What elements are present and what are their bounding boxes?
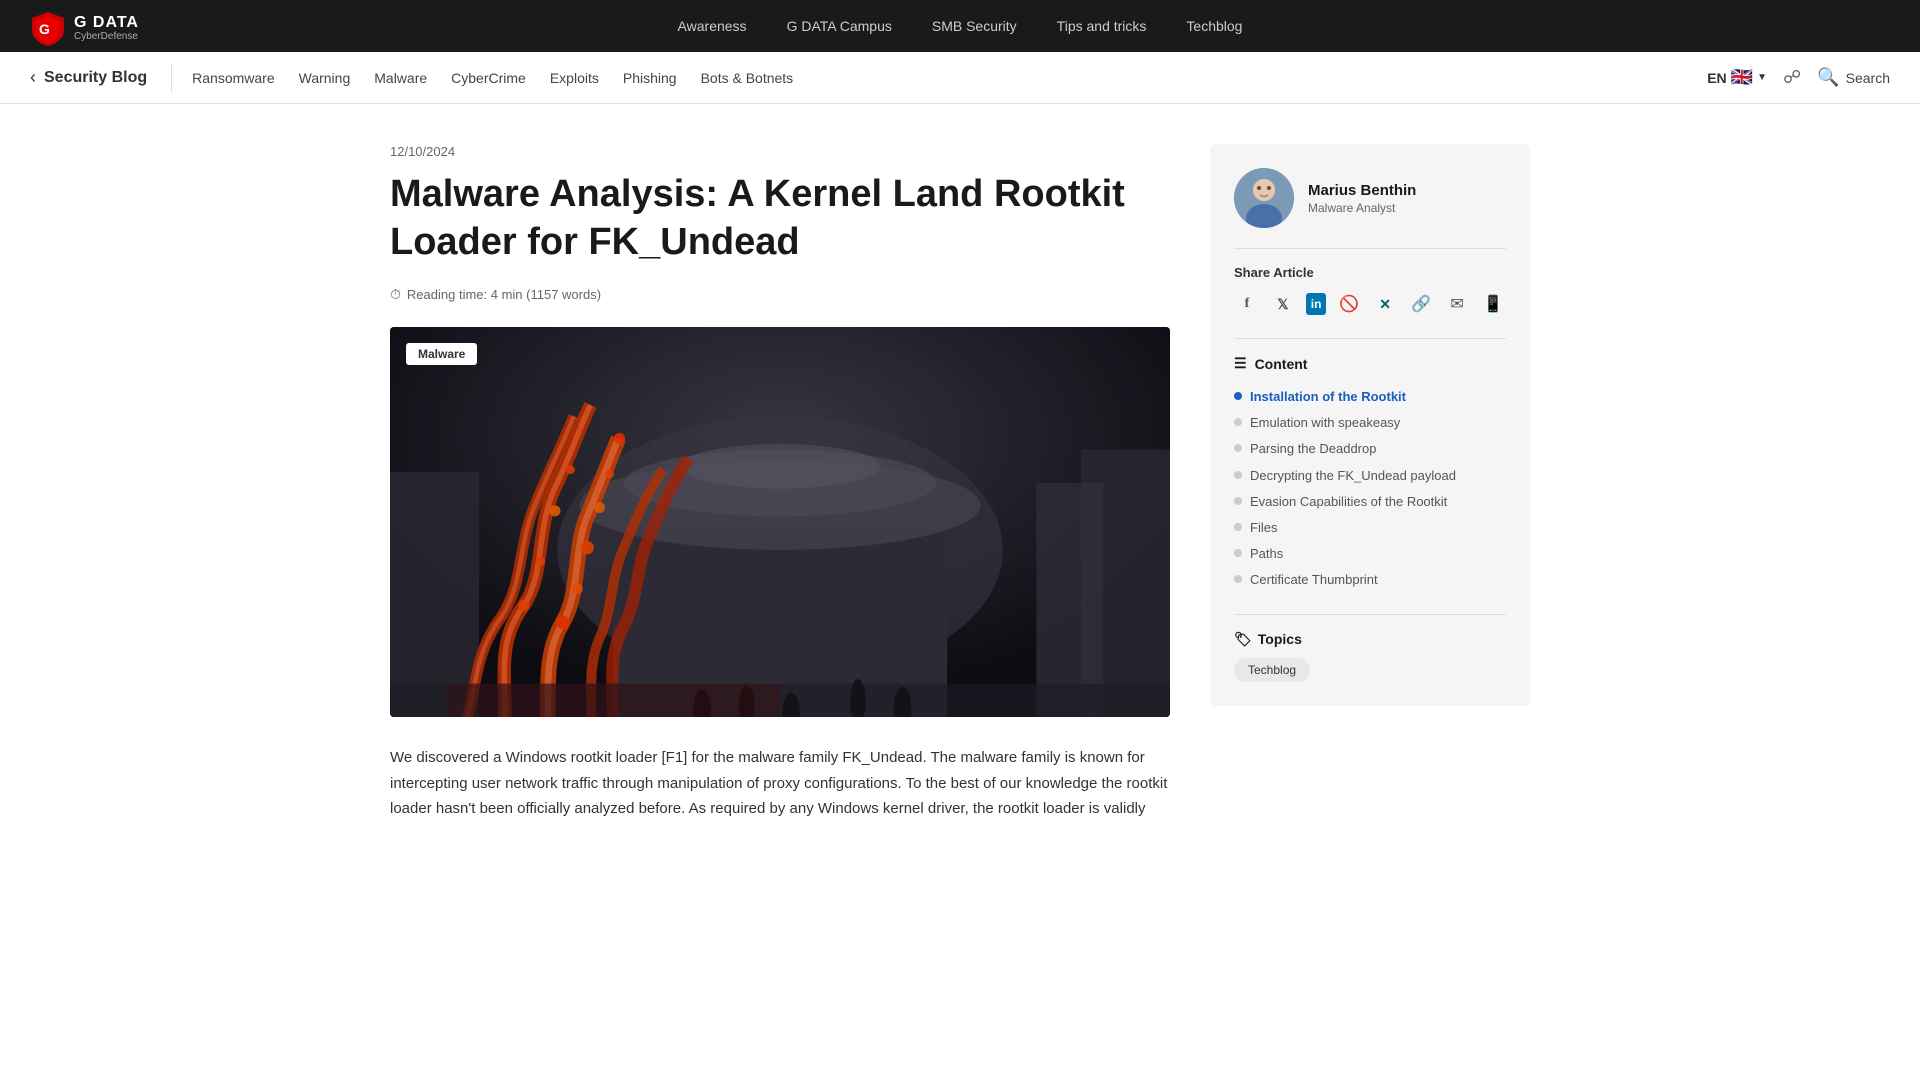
toc-item-7[interactable]: Paths: [1234, 541, 1506, 567]
author-card: Marius Benthin Malware Analyst Share Art…: [1210, 144, 1530, 706]
author-role: Malware Analyst: [1308, 201, 1416, 215]
topic-techblog[interactable]: Techblog: [1234, 658, 1310, 682]
article: 12/10/2024 Malware Analysis: A Kernel La…: [390, 144, 1170, 822]
share-twitter-icon[interactable]: 𝕏: [1270, 290, 1296, 318]
toc-dot-3: [1234, 444, 1242, 452]
share-linkedin-icon[interactable]: in: [1306, 293, 1326, 315]
toc-list: Installation of the Rootkit Emulation wi…: [1234, 384, 1506, 594]
share-facebook-icon[interactable]: f: [1234, 290, 1260, 318]
clock-icon: ⏱: [390, 286, 401, 303]
search-label: Search: [1846, 70, 1890, 86]
toc-link-5[interactable]: Evasion Capabilities of the Rootkit: [1250, 493, 1447, 511]
language-selector[interactable]: EN 🇬🇧 ▼: [1707, 67, 1767, 88]
brand-sub: CyberDefense: [74, 31, 139, 42]
topics-header: 🏷 Topics: [1234, 631, 1506, 648]
flag-icon: 🇬🇧: [1731, 67, 1753, 88]
toc-header: ☰ Content: [1234, 355, 1506, 372]
cat-phishing[interactable]: Phishing: [623, 70, 677, 86]
content-label: Content: [1255, 356, 1308, 372]
toc-item-4[interactable]: Decrypting the FK_Undead payload: [1234, 463, 1506, 489]
reading-time-text: Reading time: 4 min (1157 words): [407, 287, 601, 302]
toc-dot-7: [1234, 549, 1242, 557]
nav-tips[interactable]: Tips and tricks: [1057, 18, 1147, 34]
toc-link-8[interactable]: Certificate Thumbprint: [1250, 571, 1378, 589]
nav-techblog[interactable]: Techblog: [1186, 18, 1242, 34]
cat-exploits[interactable]: Exploits: [550, 70, 599, 86]
toc-item-8[interactable]: Certificate Thumbprint: [1234, 567, 1506, 593]
article-image-badge: Malware: [406, 343, 477, 365]
blog-title: Security Blog: [44, 69, 147, 87]
article-hero-image: Malware: [390, 327, 1170, 717]
author-info: Marius Benthin Malware Analyst: [1234, 168, 1506, 228]
share-xing-icon[interactable]: ✕: [1372, 290, 1398, 318]
share-link-icon[interactable]: 🔗: [1408, 290, 1434, 318]
nav-campus[interactable]: G DATA Campus: [787, 18, 892, 34]
brand-name: G DATA: [74, 14, 139, 32]
cat-bots[interactable]: Bots & Botnets: [701, 70, 794, 86]
hero-svg: [390, 327, 1170, 717]
cat-cybercrime[interactable]: CyberCrime: [451, 70, 526, 86]
article-body-text: We discovered a Windows rootkit loader […: [390, 745, 1170, 822]
toc-dot-8: [1234, 575, 1242, 583]
secondary-navigation: ‹ Security Blog Ransomware Warning Malwa…: [0, 52, 1920, 104]
svg-text:G: G: [39, 21, 50, 37]
share-whatsapp-icon[interactable]: 📱: [1480, 290, 1506, 318]
cat-malware[interactable]: Malware: [374, 70, 427, 86]
toc-link-4[interactable]: Decrypting the FK_Undead payload: [1250, 467, 1456, 485]
back-arrow-icon: ‹: [30, 67, 36, 88]
reading-time: ⏱ Reading time: 4 min (1157 words): [390, 286, 1170, 303]
search-button[interactable]: 🔍 Search: [1817, 67, 1890, 88]
share-reddit-icon[interactable]: 🚫: [1336, 290, 1362, 318]
avatar-image: [1234, 168, 1294, 228]
back-to-blog[interactable]: ‹ Security Blog: [30, 67, 147, 88]
author-details: Marius Benthin Malware Analyst: [1308, 182, 1416, 215]
toc-item-6[interactable]: Files: [1234, 515, 1506, 541]
article-title: Malware Analysis: A Kernel Land Rootkit …: [390, 171, 1170, 266]
toc-item-2[interactable]: Emulation with speakeasy: [1234, 410, 1506, 436]
share-label: Share Article: [1234, 265, 1506, 280]
lang-code: EN: [1707, 70, 1726, 86]
nav-right-controls: EN 🇬🇧 ▼ ☍ 🔍 Search: [1707, 67, 1890, 88]
blog-category-links: Ransomware Warning Malware CyberCrime Ex…: [192, 70, 1707, 86]
toc-link-7[interactable]: Paths: [1250, 545, 1283, 563]
logo[interactable]: G G DATA CyberDefense: [30, 10, 139, 46]
toc-link-3[interactable]: Parsing the Deaddrop: [1250, 440, 1376, 458]
toc-link-2[interactable]: Emulation with speakeasy: [1250, 414, 1400, 432]
top-navigation: G G DATA CyberDefense Awareness G DATA C…: [0, 0, 1920, 52]
nav-smb[interactable]: SMB Security: [932, 18, 1017, 34]
nav-awareness[interactable]: Awareness: [678, 18, 747, 34]
main-content: 12/10/2024 Malware Analysis: A Kernel La…: [360, 104, 1560, 862]
article-body: We discovered a Windows rootkit loader […: [390, 745, 1170, 822]
share-section: Share Article f 𝕏 in 🚫 ✕ 🔗 ✉ 📱: [1234, 248, 1506, 318]
author-name: Marius Benthin: [1308, 182, 1416, 199]
rss-icon[interactable]: ☍: [1783, 67, 1801, 88]
article-sidebar: Marius Benthin Malware Analyst Share Art…: [1210, 144, 1530, 822]
article-date: 12/10/2024: [390, 144, 1170, 159]
toc-section: ☰ Content Installation of the Rootkit Em…: [1234, 338, 1506, 594]
share-icons: f 𝕏 in 🚫 ✕ 🔗 ✉ 📱: [1234, 290, 1506, 318]
article-image-wrap: Malware: [390, 327, 1170, 717]
toc-dot-1: [1234, 392, 1242, 400]
chevron-down-icon: ▼: [1757, 72, 1767, 83]
toc-item-3[interactable]: Parsing the Deaddrop: [1234, 436, 1506, 462]
author-avatar: [1234, 168, 1294, 228]
cat-warning[interactable]: Warning: [299, 70, 351, 86]
topics-section: 🏷 Topics Techblog: [1234, 614, 1506, 682]
toc-link-1[interactable]: Installation of the Rootkit: [1250, 388, 1406, 406]
content-icon: ☰: [1234, 355, 1247, 372]
toc-dot-4: [1234, 471, 1242, 479]
nav-divider: [171, 64, 172, 92]
toc-dot-2: [1234, 418, 1242, 426]
toc-item-1[interactable]: Installation of the Rootkit: [1234, 384, 1506, 410]
topics-label: Topics: [1258, 631, 1302, 647]
tag-icon: 🏷: [1234, 631, 1252, 648]
search-icon: 🔍: [1817, 67, 1839, 88]
logo-shield-icon: G: [30, 10, 66, 46]
toc-link-6[interactable]: Files: [1250, 519, 1277, 537]
share-email-icon[interactable]: ✉: [1444, 290, 1470, 318]
toc-dot-5: [1234, 497, 1242, 505]
cat-ransomware[interactable]: Ransomware: [192, 70, 274, 86]
toc-item-5[interactable]: Evasion Capabilities of the Rootkit: [1234, 489, 1506, 515]
toc-dot-6: [1234, 523, 1242, 531]
